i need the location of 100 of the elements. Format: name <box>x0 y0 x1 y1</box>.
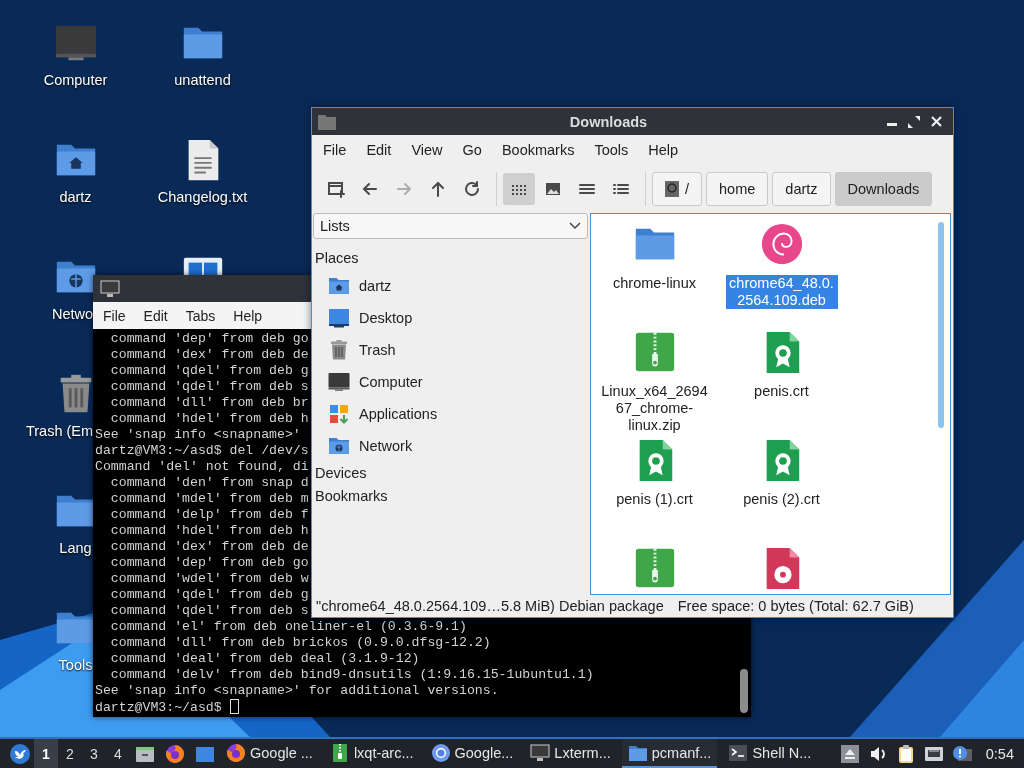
workspace-button[interactable]: 1 <box>34 739 58 768</box>
window-title: Downloads <box>568 113 649 130</box>
place-item[interactable]: Network <box>313 430 588 462</box>
path-button[interactable]: Downloads <box>834 172 933 206</box>
terminal-line: Command 'del' not found, di <box>95 459 309 475</box>
desktop-icon <box>327 306 351 330</box>
scrollbar-thumb[interactable] <box>740 669 748 713</box>
monitor-icon <box>100 278 120 299</box>
task-button[interactable]: Google ... <box>220 739 319 768</box>
place-item[interactable]: Trash <box>313 334 588 366</box>
terminal-line: command 'wdel' from deb w <box>109 571 309 587</box>
scrollbar[interactable] <box>938 222 944 428</box>
terminal-line: command 'dep' from deb go <box>109 331 309 347</box>
terminal-line: command 'qdel' from deb g <box>109 587 309 603</box>
terminal-line: command 'hdel' from deb h <box>109 411 309 427</box>
file-name[interactable]: penis.crt <box>725 383 838 400</box>
path-button[interactable]: dartz <box>772 172 831 206</box>
task-button[interactable]: Lxterm... <box>524 739 617 768</box>
maximize-icon <box>908 115 920 128</box>
menu-item[interactable]: Help <box>225 307 271 324</box>
terminal-line: command 'dll' from deb br <box>109 395 309 411</box>
terminal-line: See 'snap info <snapname>' for additional versions. <box>95 683 499 699</box>
icon-label: Trash (Em <box>25 423 94 439</box>
task-button[interactable]: lxqt-arc... <box>323 739 420 768</box>
browser-icon <box>165 743 185 764</box>
menu-item[interactable]: Go <box>453 142 491 158</box>
terminal-line: command 'dll' from deb brickos (0.9.0.dfsg-12.2) <box>109 635 491 651</box>
terminal-line: dartz@VM3:~/asd$ del /dev/s <box>95 443 309 459</box>
file-name[interactable]: chrome-linux <box>598 275 711 292</box>
icon-label: Tools <box>58 657 93 673</box>
place-item[interactable]: Applications <box>313 398 588 430</box>
workspace-button[interactable]: 2 <box>58 739 82 768</box>
terminal-line: command 'delv' from deb bind9-dnsutils (1:9.16.15-1ubuntu1.1) <box>109 667 594 683</box>
reload-icon <box>463 180 481 198</box>
menu-item[interactable]: Bookmarks <box>492 142 584 158</box>
start-menu-icon <box>10 743 30 764</box>
back-arrow-icon <box>361 180 379 198</box>
image-icon <box>544 180 562 198</box>
terminal-prompt: dartz@VM3:~/asd$ <box>95 700 222 715</box>
minimize-icon <box>887 123 897 126</box>
menu-item[interactable]: File <box>95 307 134 324</box>
forward-arrow-icon <box>395 180 413 198</box>
terminal-line: command 'delp' from deb f <box>109 507 309 523</box>
terminal-line: command 'den' from snap d <box>109 475 309 491</box>
browser-icon <box>226 742 246 763</box>
status-text: "chrome64_48.0.2564.109…5.8 MiB) Debian package <box>316 598 664 614</box>
place-item[interactable]: dartz <box>313 270 588 302</box>
task-button[interactable]: Google... <box>424 739 520 768</box>
terminal-line: command 'dep' from deb go <box>109 555 309 571</box>
file-name[interactable]: penis (1).crt <box>598 491 711 508</box>
terminal-line: command 'qdel' from deb g <box>109 363 309 379</box>
menu-item[interactable]: Edit <box>357 142 401 158</box>
chevron-icon <box>569 222 581 230</box>
folder-icon <box>318 113 336 130</box>
icon-label: Lang <box>59 540 92 556</box>
file-view[interactable]: chrome-linux chrome64_48.0.2564.109.deb Linux_x64_269467_chrome-linux.zip penis.crt penis (1).crt penis (2).crt <box>590 213 951 595</box>
clock: 0:54 <box>984 745 1015 762</box>
section-header[interactable]: Devices <box>313 462 588 485</box>
close-icon <box>930 116 942 127</box>
text-cursor <box>229 699 239 714</box>
file-name[interactable]: chrome64_48.0.2564.109.deb <box>725 275 838 309</box>
terminal-line: command 'qdel' from deb s <box>109 379 309 395</box>
section-header[interactable]: Places <box>313 247 588 270</box>
terminal-line: command 'deal' from deb deal (3.1.9-12) <box>109 651 420 667</box>
menu-item[interactable]: Help <box>639 142 688 158</box>
menu-item[interactable]: File <box>314 142 356 158</box>
path-button[interactable]: home <box>706 172 769 206</box>
eject-icon <box>839 743 860 764</box>
section-header[interactable]: Bookmarks <box>313 485 588 508</box>
menu-item[interactable]: Edit <box>135 307 176 324</box>
new-window-icon <box>327 180 345 198</box>
terminal-line: See 'snap info <snapname>' <box>95 427 301 443</box>
file-name[interactable]: Linux_x64_269467_chrome-linux.zip <box>598 383 711 434</box>
icon-label: unattend <box>174 72 231 88</box>
terminal-icon <box>728 742 749 763</box>
icon-label: Computer <box>43 72 108 88</box>
free-space-text: Free space: 0 bytes (Total: 62.7 GiB) <box>677 598 914 614</box>
terminal-line: command 'hdel' from deb h <box>109 523 309 539</box>
terminal-line: command 'dex' from deb de <box>109 539 309 555</box>
path-button[interactable]: / <box>652 172 703 206</box>
place-item[interactable]: Computer <box>313 366 588 398</box>
monitor-icon <box>327 370 351 394</box>
icons-view-button[interactable] <box>503 173 535 205</box>
menu-item[interactable]: View <box>402 142 452 158</box>
monitor-icon <box>530 742 551 763</box>
task-button[interactable]: Shell N... <box>722 739 818 768</box>
side-pane-dropdown[interactable]: Lists <box>313 213 588 239</box>
icon-label: Netwo <box>51 306 94 322</box>
terminal-line: command 'el' from deb oneliner-el (0.3.6-9.1) <box>109 619 467 635</box>
workspace-button[interactable]: 4 <box>106 739 130 768</box>
applications-icon <box>327 402 351 426</box>
menu-item[interactable]: Tools <box>585 142 638 158</box>
workspace-button[interactable]: 3 <box>82 739 106 768</box>
up-arrow-icon <box>429 180 447 198</box>
task-button[interactable]: pcmanf... <box>621 739 718 768</box>
menu-item[interactable]: Tabs <box>177 307 224 324</box>
file-name[interactable]: penis (2).crt <box>725 491 838 508</box>
place-item[interactable]: Desktop <box>313 302 588 334</box>
icon-label: dartz <box>59 189 92 205</box>
drive-icon <box>665 181 679 197</box>
